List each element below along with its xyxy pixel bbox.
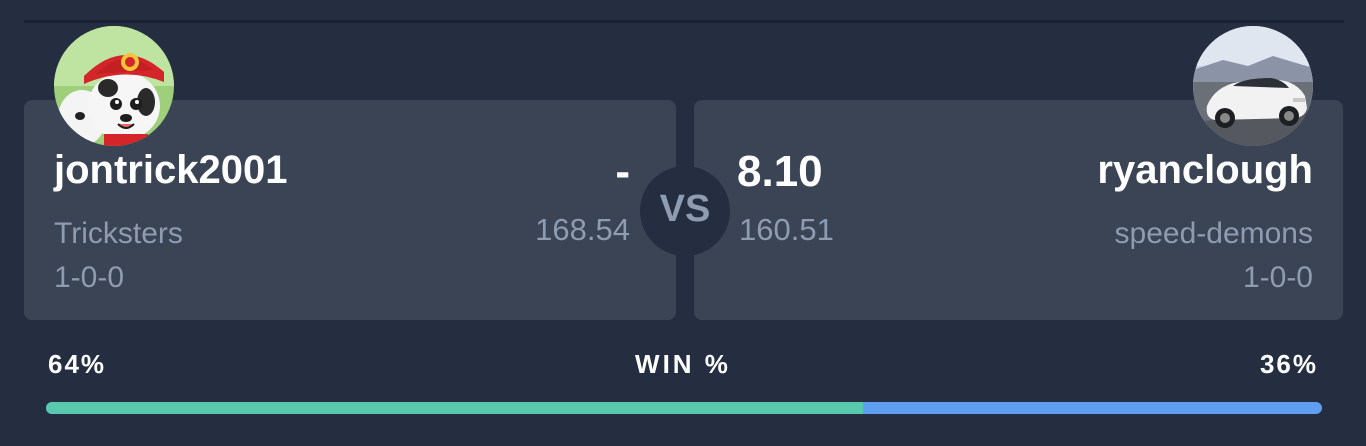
away-avatar[interactable] [1193, 26, 1313, 146]
home-win-probability-fill [46, 402, 863, 414]
away-score: 8.10 [737, 147, 823, 196]
win-percentage-label: WIN % [635, 349, 731, 379]
vs-label: VS [659, 188, 711, 230]
away-win-percentage: 36% [1259, 349, 1318, 379]
top-divider [24, 20, 1344, 23]
home-projected-score: 168.54 [535, 212, 630, 247]
home-team-name[interactable]: Tricksters [54, 216, 183, 252]
home-team-owner[interactable]: jontrick2001 [54, 146, 287, 194]
white-sports-car-avatar-icon [1193, 26, 1313, 146]
dalmatian-pup-avatar-icon [54, 26, 174, 146]
away-team-record: 1-0-0 [1242, 261, 1313, 294]
away-team-owner[interactable]: ryanclough [1097, 146, 1313, 194]
vs-badge: VS [640, 166, 730, 256]
home-avatar[interactable] [54, 26, 174, 146]
home-team-record: 1-0-0 [54, 261, 125, 294]
home-score: - [615, 147, 630, 196]
away-team-name[interactable]: speed-demons [1115, 216, 1313, 252]
win-probability-bar [46, 402, 1322, 414]
away-projected-score: 160.51 [739, 212, 834, 247]
